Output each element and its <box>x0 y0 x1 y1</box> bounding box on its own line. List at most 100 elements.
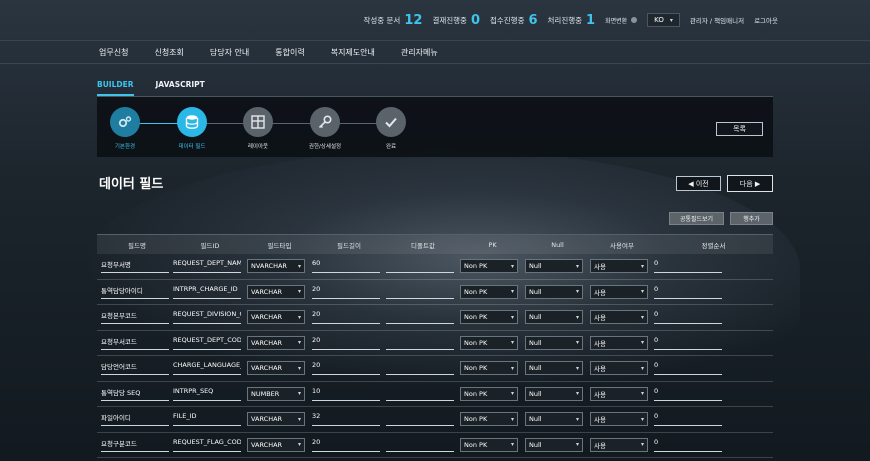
field-name-input[interactable]: 담당언어코드 <box>101 361 169 376</box>
null-select[interactable]: Null ▾ <box>525 412 583 427</box>
common-field-view-button[interactable]: 공통필드보기 <box>669 212 724 225</box>
language-select[interactable]: KO ▾ <box>647 13 680 27</box>
default-value-input[interactable] <box>386 310 454 325</box>
use-select[interactable]: 사용 ▾ <box>590 284 648 299</box>
null-select[interactable]: Null ▾ <box>525 284 583 299</box>
nav-item-request[interactable]: 업무신청 <box>99 47 128 58</box>
field-id-input[interactable]: FILE_ID <box>173 412 241 427</box>
field-id-input[interactable]: INTRPR_SEQ <box>173 387 241 401</box>
field-length-input[interactable]: 32 <box>312 412 380 427</box>
use-select[interactable]: 사용 ▾ <box>590 437 648 452</box>
tab-builder[interactable]: BUILDER <box>97 80 134 96</box>
use-select[interactable]: 사용 ▾ <box>590 259 648 274</box>
select-value: Non PK <box>464 364 488 373</box>
add-row-button[interactable]: 행추가 <box>730 212 773 225</box>
field-length-input[interactable]: 60 <box>312 259 380 274</box>
use-select[interactable]: 사용 ▾ <box>590 361 648 376</box>
use-select[interactable]: 사용 ▾ <box>590 412 648 427</box>
field-type-select[interactable]: VARCHAR ▾ <box>247 284 305 299</box>
field-id-input[interactable]: REQUEST_DEPT_NAM <box>173 259 241 274</box>
sort-order-input[interactable]: 0 <box>654 259 722 274</box>
sort-order-input[interactable]: 0 <box>654 438 722 452</box>
select-value: 사용 <box>594 288 606 297</box>
stat-draft[interactable]: 작성중 문서 12 <box>363 13 422 28</box>
field-type-select[interactable]: VARCHAR ▾ <box>247 437 305 452</box>
sort-order-input[interactable]: 0 <box>654 361 722 376</box>
sort-order-input[interactable]: 0 <box>654 387 722 401</box>
field-length-input[interactable]: 20 <box>312 285 380 299</box>
nav-item-welfare[interactable]: 복지제도안내 <box>331 47 375 58</box>
field-id-input[interactable]: REQUEST_DEPT_CODE <box>173 336 241 350</box>
sort-order-input[interactable]: 0 <box>654 336 722 350</box>
default-value-input[interactable] <box>386 412 454 427</box>
screen-toggle[interactable]: 화면변환 <box>605 16 638 25</box>
pk-select[interactable]: Non PK ▾ <box>460 259 518 274</box>
step-layout[interactable]: 레이아웃 <box>228 107 288 150</box>
sort-order-input[interactable]: 0 <box>654 310 722 325</box>
field-type-select[interactable]: VARCHAR ▾ <box>247 310 305 325</box>
tab-javascript[interactable]: JAVASCRIPT <box>156 80 205 96</box>
nav-item-history[interactable]: 통합이력 <box>275 47 304 58</box>
stat-processing[interactable]: 처리진행중 1 <box>548 13 596 28</box>
pk-select[interactable]: Non PK ▾ <box>460 361 518 376</box>
field-name-input[interactable]: 요청구분코드 <box>101 438 169 452</box>
field-length-input[interactable]: 20 <box>312 438 380 452</box>
field-name-input[interactable]: 요청부서코드 <box>101 336 169 350</box>
null-select[interactable]: Null ▾ <box>525 335 583 350</box>
nav-item-inquiry[interactable]: 신청조회 <box>154 47 183 58</box>
pk-select[interactable]: Non PK ▾ <box>460 437 518 452</box>
field-id-input[interactable]: REQUEST_FLAG_CODE <box>173 438 241 452</box>
step-permission[interactable]: 권한/상세설정 <box>295 107 355 150</box>
field-id-input[interactable]: CHARGE_LANGUAGE_ <box>173 361 241 376</box>
list-button[interactable]: 목록 <box>716 122 763 136</box>
next-button[interactable]: 다음 ▶ <box>727 175 773 192</box>
prev-button[interactable]: ◀ 이전 <box>676 176 721 191</box>
field-id-input[interactable]: INTRPR_CHARGE_ID <box>173 285 241 299</box>
pk-select[interactable]: Non PK ▾ <box>460 412 518 427</box>
field-type-select[interactable]: VARCHAR ▾ <box>247 361 305 376</box>
use-select[interactable]: 사용 ▾ <box>590 386 648 401</box>
field-type-select[interactable]: NVARCHAR ▾ <box>247 259 305 274</box>
nav-item-admin[interactable]: 관리자메뉴 <box>401 47 438 58</box>
field-type-select[interactable]: VARCHAR ▾ <box>247 335 305 350</box>
field-length-input[interactable]: 20 <box>312 361 380 376</box>
step-data-field[interactable]: 데이터 필드 <box>162 107 222 150</box>
null-select[interactable]: Null ▾ <box>525 259 583 274</box>
sort-order-input[interactable]: 0 <box>654 412 722 427</box>
database-icon <box>177 107 207 137</box>
field-length-input[interactable]: 20 <box>312 310 380 325</box>
use-select[interactable]: 사용 ▾ <box>590 335 648 350</box>
step-basic-env[interactable]: 기본환경 <box>95 107 155 150</box>
default-value-input[interactable] <box>386 438 454 452</box>
field-length-input[interactable]: 10 <box>312 387 380 401</box>
logout-link[interactable]: 로그아웃 <box>754 15 778 25</box>
field-name-input[interactable]: 통역담당아이디 <box>101 285 169 299</box>
field-id-input[interactable]: REQUEST_DIVISION_C <box>173 310 241 325</box>
null-select[interactable]: Null ▾ <box>525 361 583 376</box>
step-complete[interactable]: 완료 <box>361 107 421 150</box>
use-select[interactable]: 사용 ▾ <box>590 310 648 325</box>
nav-item-contacts[interactable]: 담당자 안내 <box>210 47 249 58</box>
pk-select[interactable]: Non PK ▾ <box>460 386 518 401</box>
default-value-input[interactable] <box>386 361 454 376</box>
default-value-input[interactable] <box>386 387 454 401</box>
field-name-input[interactable]: 요청본부코드 <box>101 310 169 325</box>
pk-select[interactable]: Non PK ▾ <box>460 284 518 299</box>
field-type-select[interactable]: NUMBER ▾ <box>247 386 305 401</box>
null-select[interactable]: Null ▾ <box>525 310 583 325</box>
field-name-input[interactable]: 요청부서명 <box>101 259 169 274</box>
stat-approval[interactable]: 결재진행중 0 <box>432 13 480 28</box>
field-type-select[interactable]: VARCHAR ▾ <box>247 412 305 427</box>
default-value-input[interactable] <box>386 336 454 350</box>
field-name-input[interactable]: 통역담당 SEQ <box>101 387 169 401</box>
field-length-input[interactable]: 20 <box>312 336 380 350</box>
stat-receipt[interactable]: 접수진행중 6 <box>490 13 538 28</box>
null-select[interactable]: Null ▾ <box>525 437 583 452</box>
pk-select[interactable]: Non PK ▾ <box>460 335 518 350</box>
null-select[interactable]: Null ▾ <box>525 386 583 401</box>
pk-select[interactable]: Non PK ▾ <box>460 310 518 325</box>
sort-order-input[interactable]: 0 <box>654 285 722 299</box>
field-name-input[interactable]: 파일아이디 <box>101 412 169 427</box>
default-value-input[interactable] <box>386 259 454 274</box>
default-value-input[interactable] <box>386 285 454 299</box>
